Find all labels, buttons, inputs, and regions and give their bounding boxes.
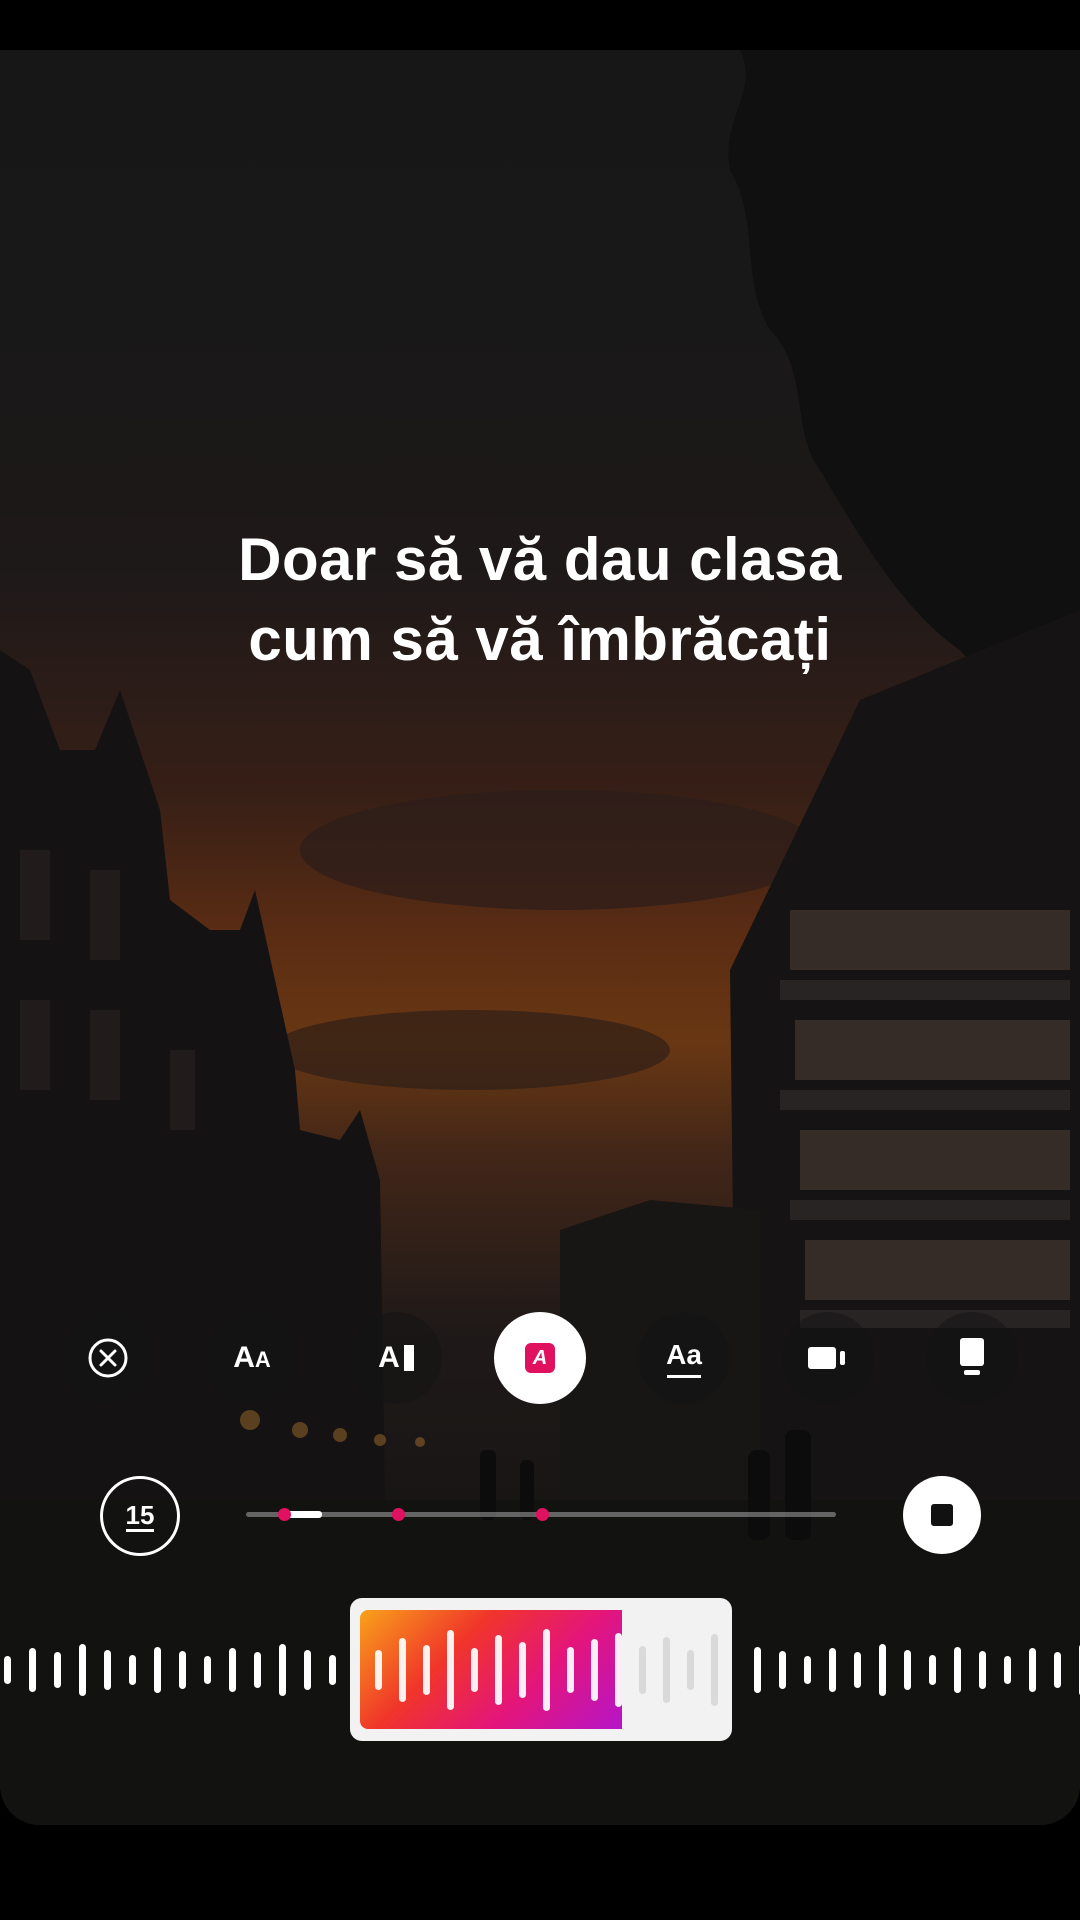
waveform-bar	[854, 1652, 861, 1688]
audio-clip-selection	[360, 1610, 622, 1729]
street-scene	[0, 50, 1080, 1825]
video-background	[0, 50, 1080, 1825]
waveform-bar	[279, 1644, 286, 1696]
waveform-bar	[904, 1650, 911, 1690]
waveform-bar	[304, 1650, 311, 1690]
waveform-bar	[104, 1650, 111, 1690]
waveform-bar	[754, 1647, 761, 1693]
waveform-bar	[229, 1648, 236, 1692]
waveform-bar	[329, 1655, 336, 1685]
waveform-bar	[154, 1647, 161, 1693]
stop-icon	[931, 1504, 953, 1526]
track-marker	[536, 1508, 549, 1521]
close-style-button[interactable]	[62, 1312, 154, 1404]
waveform-bar	[829, 1648, 836, 1692]
waveform-bar	[1029, 1648, 1036, 1692]
cursor-style-icon: A	[378, 1341, 414, 1375]
lyrics-line-2: cum să vă îmbrăcați	[248, 606, 832, 673]
waveform-bar	[204, 1656, 211, 1684]
waveform-bar	[954, 1647, 961, 1693]
track-marker	[278, 1508, 291, 1521]
waveform-bar	[929, 1655, 936, 1685]
waveform-bar	[54, 1652, 61, 1688]
clip-duration-button[interactable]: 15	[100, 1476, 180, 1556]
bottom-bar	[0, 1825, 1080, 1920]
lyrics-text: Doar să vă dau clasa cum să vă îmbrăcați	[0, 520, 1080, 680]
audio-clip-selector[interactable]	[350, 1598, 732, 1741]
layout-bottom-button[interactable]	[926, 1312, 1018, 1404]
lyrics-style-picker: AA A A Aa	[0, 1312, 1080, 1412]
playback-track[interactable]	[246, 1508, 836, 1521]
stop-button[interactable]	[903, 1476, 981, 1554]
style-typewriter-button[interactable]: AA	[206, 1312, 298, 1404]
waveform-bar	[129, 1655, 136, 1685]
waveform-bar	[979, 1651, 986, 1689]
layout-bottom-icon	[960, 1338, 984, 1375]
waveform-bar	[4, 1656, 11, 1684]
waveform-bar	[254, 1652, 261, 1688]
top-bar	[0, 0, 1080, 50]
style-highlight-button[interactable]: A	[494, 1312, 586, 1404]
close-circle-icon	[88, 1338, 128, 1378]
waveform-bar	[879, 1644, 886, 1696]
waveform-bar	[79, 1644, 86, 1696]
lyrics-line-1: Doar să vă dau clasa	[238, 526, 842, 593]
clip-duration-value: 15	[125, 1499, 155, 1532]
layout-side-icon	[808, 1347, 845, 1369]
waveform-bar	[179, 1651, 186, 1689]
highlight-style-icon: A	[525, 1343, 555, 1373]
style-cursor-button[interactable]: A	[350, 1312, 442, 1404]
waveform-bar	[29, 1648, 36, 1692]
underline-style-icon: Aa	[666, 1339, 702, 1378]
waveform-bar	[804, 1656, 811, 1684]
waveform-bar	[779, 1651, 786, 1689]
waveform-bar	[1004, 1656, 1011, 1684]
layout-side-button[interactable]	[782, 1312, 874, 1404]
waveform-bar	[1054, 1652, 1061, 1688]
track-marker	[392, 1508, 405, 1521]
typewriter-style-icon: AA	[233, 1341, 271, 1374]
style-underline-button[interactable]: Aa	[638, 1312, 730, 1404]
